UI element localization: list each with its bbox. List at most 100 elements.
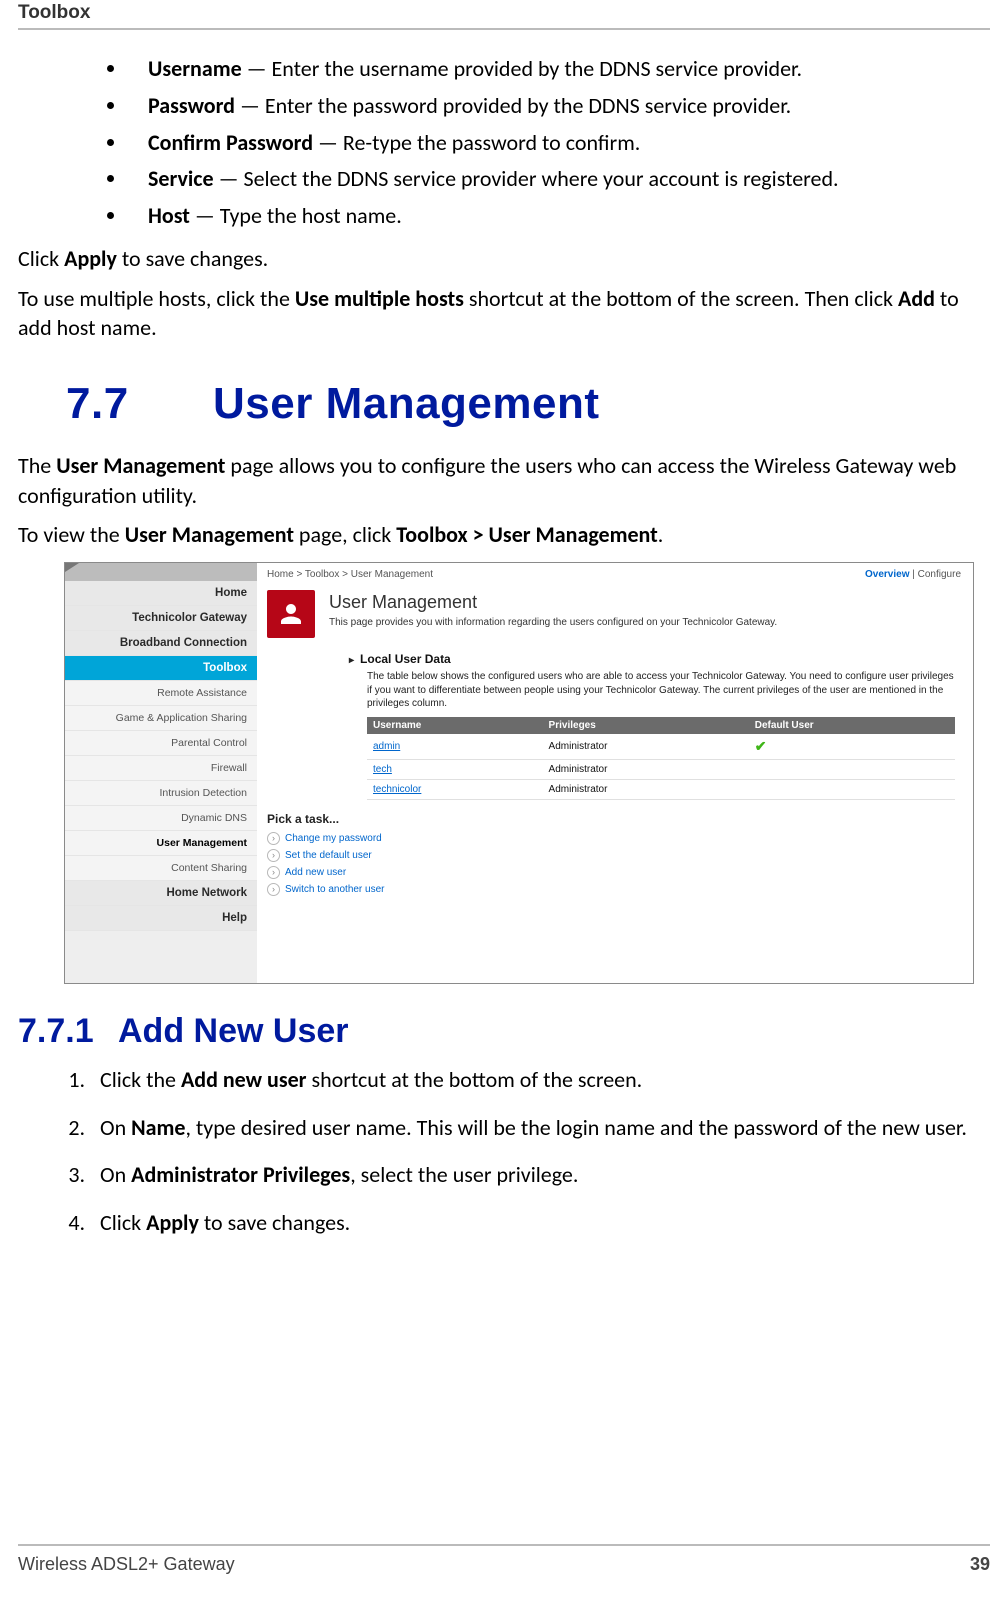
arrow-icon: › xyxy=(267,849,280,862)
nav-home[interactable]: Home xyxy=(65,581,257,606)
table-row: tech Administrator xyxy=(367,759,955,779)
intro-paragraph-1: The User Management page allows you to c… xyxy=(18,451,990,510)
text: shortcut at the bottom of the screen. Th… xyxy=(464,285,898,312)
cell-default xyxy=(749,759,955,779)
apply-paragraph: Click Apply to save changes. xyxy=(18,244,990,274)
nav-technicolor-gateway[interactable]: Technicolor Gateway xyxy=(65,606,257,631)
desc: — Enter the password provided by the DDN… xyxy=(235,92,791,119)
table-row: technicolor Administrator xyxy=(367,779,955,799)
user-link[interactable]: admin xyxy=(373,741,400,752)
list-item: Password — Enter the password provided b… xyxy=(128,91,990,122)
term: Add new user xyxy=(181,1066,307,1093)
header-rule xyxy=(18,28,990,30)
nav-item-intrusion-detection[interactable]: Intrusion Detection xyxy=(65,781,257,806)
term: Host xyxy=(148,202,190,229)
col-username: Username xyxy=(367,717,543,734)
arrow-icon: › xyxy=(267,866,280,879)
page-title: User Management xyxy=(329,592,777,613)
term: Use multiple hosts xyxy=(295,285,464,312)
term: Administrator Privileges xyxy=(131,1161,350,1188)
footer-product: Wireless ADSL2+ Gateway xyxy=(18,1554,235,1575)
desc: — Type the host name. xyxy=(190,202,402,229)
text: To use multiple hosts, click the xyxy=(18,285,295,312)
breadcrumb: Home > Toolbox > User Management xyxy=(267,569,433,580)
nav-item-parental-control[interactable]: Parental Control xyxy=(65,731,257,756)
text: . xyxy=(658,521,664,548)
nav-item-content-sharing[interactable]: Content Sharing xyxy=(65,856,257,881)
nav-item-game-app-sharing[interactable]: Game & Application Sharing xyxy=(65,706,257,731)
text: to save changes. xyxy=(199,1209,350,1236)
user-link[interactable]: technicolor xyxy=(373,784,421,795)
shot-main: Home > Toolbox > User Management Overvie… xyxy=(257,563,973,983)
footer-page-number: 39 xyxy=(970,1554,990,1575)
user-icon xyxy=(267,590,315,638)
user-link[interactable]: tech xyxy=(373,764,392,775)
ddns-bullet-list: Username — Enter the username provided b… xyxy=(18,54,990,232)
nav-corner-decoration xyxy=(65,563,257,581)
section-heading: 7.7User Management xyxy=(18,379,990,429)
section-number: 7.7 xyxy=(18,379,213,429)
nav-broadband[interactable]: Broadband Connection xyxy=(65,631,257,656)
step: On Administrator Privileges, select the … xyxy=(90,1160,990,1190)
add-user-steps: Click the Add new user shortcut at the b… xyxy=(18,1065,990,1238)
task-list: Pick a task... › Change my password › Set … xyxy=(257,800,973,898)
task-list-title: Pick a task... xyxy=(267,812,973,826)
list-item: Service — Select the DDNS service provid… xyxy=(128,164,990,195)
subsection-heading: 7.7.1Add New User xyxy=(18,1012,990,1051)
task-row: › Add new user xyxy=(267,864,973,881)
term: Add xyxy=(898,285,935,312)
col-default-user: Default User xyxy=(749,717,955,734)
term: Service xyxy=(148,165,214,192)
task-switch-user[interactable]: Switch to another user xyxy=(285,884,385,895)
cell-privilege: Administrator xyxy=(543,779,749,799)
configure-link[interactable]: Configure xyxy=(918,569,961,580)
table-row: admin Administrator ✔ xyxy=(367,734,955,760)
cell-default xyxy=(749,779,955,799)
text: Click xyxy=(18,245,64,272)
subsection-title: Add New User xyxy=(118,1012,349,1050)
term: Password xyxy=(148,92,235,119)
step: On Name, type desired user name. This wi… xyxy=(90,1113,990,1143)
breadcrumb-bar: Home > Toolbox > User Management Overvie… xyxy=(257,563,973,580)
check-icon: ✔ xyxy=(755,738,767,754)
nav-item-firewall[interactable]: Firewall xyxy=(65,756,257,781)
shot-header-text: User Management This page provides you w… xyxy=(329,590,777,638)
nav-item-remote-assistance[interactable]: Remote Assistance xyxy=(65,681,257,706)
task-set-default-user[interactable]: Set the default user xyxy=(285,850,372,861)
nav-item-user-management[interactable]: User Management xyxy=(65,831,257,856)
task-row: › Switch to another user xyxy=(267,881,973,898)
section-description: The table below shows the configured use… xyxy=(367,670,955,711)
text: Click xyxy=(100,1209,146,1236)
term: Toolbox > User Management xyxy=(396,521,658,548)
col-privileges: Privileges xyxy=(543,717,749,734)
overview-link[interactable]: Overview xyxy=(865,569,909,580)
desc: — Enter the username provided by the DDN… xyxy=(242,55,802,82)
shot-body: Local User Data The table below shows th… xyxy=(257,638,973,800)
sidebar: Home Technicolor Gateway Broadband Conne… xyxy=(65,563,257,983)
subsection-number: 7.7.1 xyxy=(18,1012,118,1051)
page-subtitle: This page provides you with information … xyxy=(329,617,777,628)
list-item: Host — Type the host name. xyxy=(128,201,990,232)
task-add-new-user[interactable]: Add new user xyxy=(285,867,346,878)
view-switch: Overview | Configure xyxy=(865,569,961,580)
screenshot-user-management: Home Technicolor Gateway Broadband Conne… xyxy=(64,562,974,984)
nav-help[interactable]: Help xyxy=(65,906,257,931)
text: On xyxy=(100,1161,131,1188)
term: User Management xyxy=(56,452,225,479)
text: The xyxy=(18,452,56,479)
term: Name xyxy=(131,1114,185,1141)
text: page, click xyxy=(294,521,396,548)
nav-home-network[interactable]: Home Network xyxy=(65,881,257,906)
nav-item-dynamic-dns[interactable]: Dynamic DNS xyxy=(65,806,257,831)
list-item: Username — Enter the username provided b… xyxy=(128,54,990,85)
cell-default: ✔ xyxy=(749,734,955,760)
page-header: Toolbox xyxy=(18,0,990,28)
task-change-password[interactable]: Change my password xyxy=(285,833,382,844)
arrow-icon: › xyxy=(267,883,280,896)
term: Confirm Password xyxy=(148,129,313,156)
text: Click the xyxy=(100,1066,181,1093)
step: Click the Add new user shortcut at the b… xyxy=(90,1065,990,1095)
nav-toolbox[interactable]: Toolbox xyxy=(65,656,257,681)
term: User Management xyxy=(125,521,294,548)
desc: — Re-type the password to confirm. xyxy=(313,129,640,156)
